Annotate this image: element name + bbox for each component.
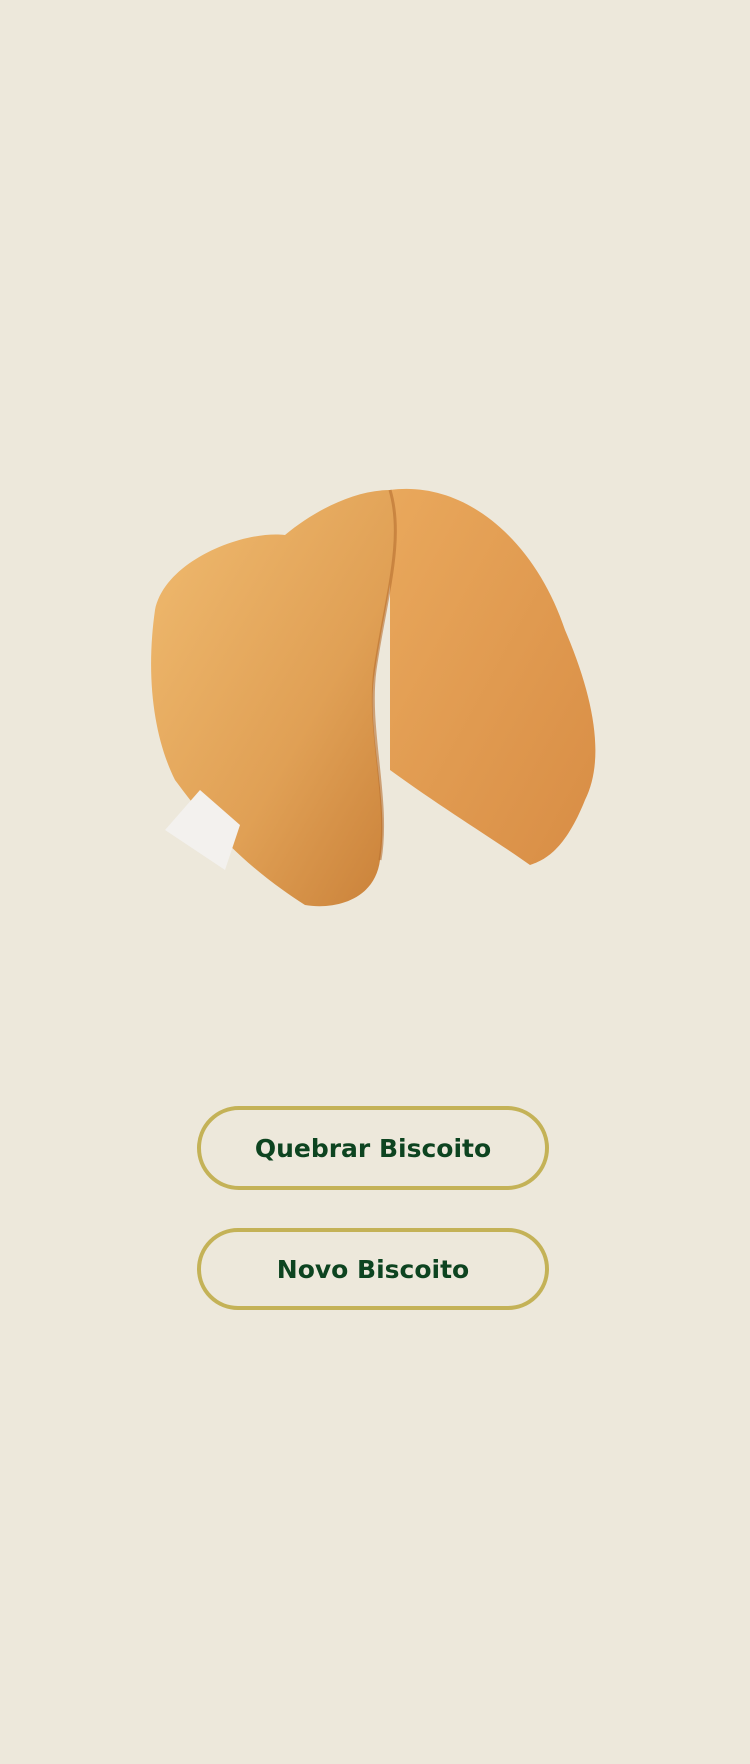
break-cookie-button[interactable]: Quebrar Biscoito: [197, 1106, 549, 1190]
fortune-cookie-image[interactable]: [145, 480, 615, 925]
new-cookie-button[interactable]: Novo Biscoito: [197, 1228, 549, 1310]
